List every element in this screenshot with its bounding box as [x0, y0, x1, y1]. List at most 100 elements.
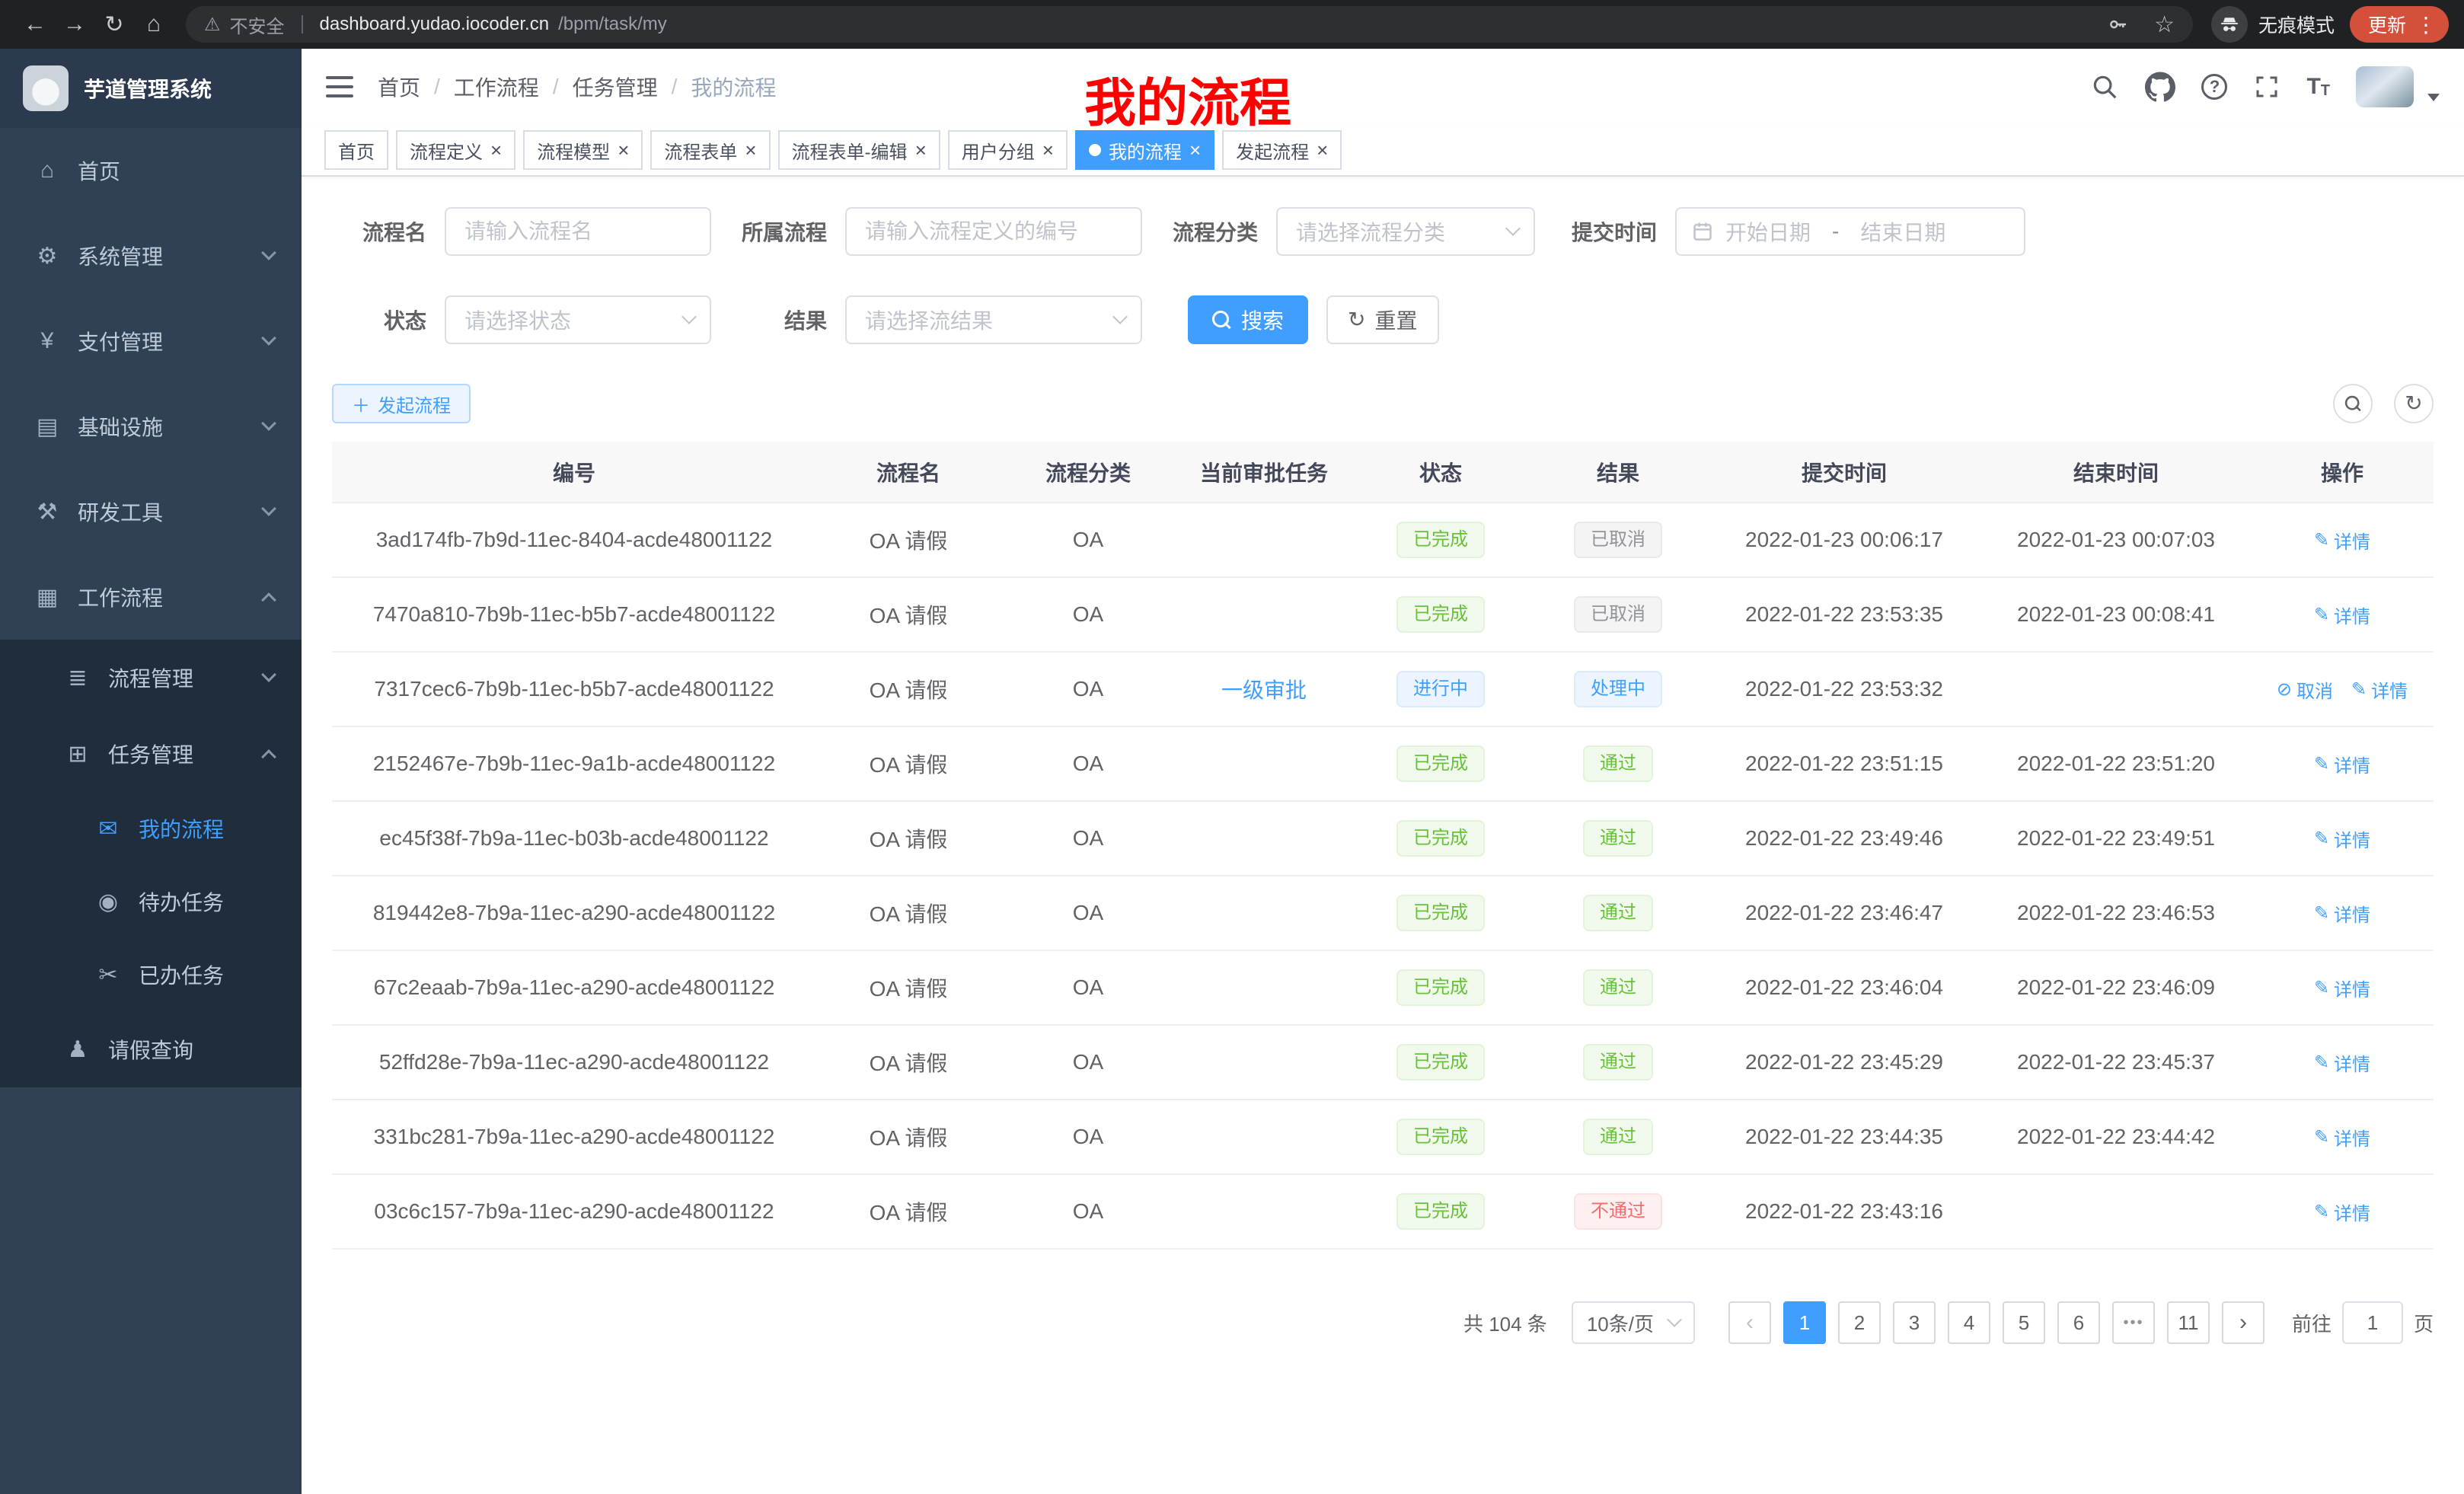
tab-close-icon[interactable]: × [745, 140, 756, 160]
bookmark-star-icon[interactable]: ☆ [2154, 11, 2175, 38]
fullscreen-icon[interactable] [2253, 73, 2280, 101]
table-body: 3ad174fb-7b9d-11ec-8404-acde48001122OA 请… [332, 503, 2434, 1249]
detail-action-link[interactable]: ✎详情 [2314, 527, 2370, 554]
content: 我的流程 首页/工作流程/任务管理/我的流程 ? [302, 49, 2464, 1494]
detail-icon: ✎ [2314, 1126, 2329, 1148]
result-tag: 通过 [1583, 745, 1653, 782]
detail-action-link[interactable]: ✎详情 [2314, 900, 2370, 927]
create-process-button[interactable]: ＋ 发起流程 [332, 384, 471, 423]
key-icon[interactable] [2107, 13, 2130, 36]
github-icon[interactable] [2145, 72, 2175, 102]
breadcrumb-item[interactable]: 任务管理 [573, 72, 658, 102]
sidebar-item-workflow[interactable]: ▦工作流程 [0, 554, 302, 640]
sidebar-item-tools[interactable]: ⚒研发工具 [0, 469, 302, 554]
back-icon[interactable]: ← [15, 11, 55, 37]
tab-close-icon[interactable]: × [490, 140, 502, 160]
tab-item-1[interactable]: 流程定义 × [396, 130, 515, 170]
sidebar-item-task[interactable]: ⊞任务管理 [0, 716, 302, 792]
logo[interactable]: 芋道管理系统 [0, 49, 302, 128]
browser-home-icon[interactable]: ⌂ [134, 11, 174, 37]
more-pages-button[interactable]: ••• [2112, 1301, 2155, 1344]
tab-close-icon[interactable]: × [915, 140, 927, 160]
tab-close-icon[interactable]: × [1042, 140, 1054, 160]
sidebar-item-label: 任务管理 [108, 739, 193, 769]
reset-button[interactable]: ↻ 重置 [1326, 295, 1438, 344]
detail-action-link[interactable]: ✎详情 [2314, 602, 2370, 628]
page-size-select[interactable]: 10条/页 [1572, 1301, 1695, 1344]
column-header: 操作 [2251, 442, 2434, 503]
tab-item-5[interactable]: 用户分组× [948, 130, 1068, 170]
tab-close-icon[interactable]: × [1317, 140, 1328, 160]
tab-close-icon[interactable]: × [618, 140, 629, 160]
detail-action-link[interactable]: ✎详情 [2314, 751, 2370, 777]
table-refresh-icon[interactable]: ↻ [2394, 384, 2434, 423]
category-select[interactable]: 请选择流程分类 [1276, 207, 1535, 256]
table-search-icon[interactable] [2333, 384, 2373, 423]
sidebar-item-todo[interactable]: ◉待办任务 [0, 865, 302, 938]
tab-label: 流程定义 [410, 137, 483, 164]
page-button-11[interactable]: 11 [2167, 1301, 2210, 1344]
cell-current-task [1176, 726, 1352, 801]
search-button[interactable]: 搜索 [1188, 295, 1308, 344]
result-tag: 处理中 [1574, 671, 1662, 707]
sidebar-item-leave[interactable]: ♟请假查询 [0, 1011, 302, 1087]
prev-page-button[interactable]: ‹ [1728, 1301, 1771, 1344]
sidebar-item-yen[interactable]: ¥支付管理 [0, 298, 302, 384]
font-size-icon[interactable]: TT [2306, 75, 2330, 98]
tab-item-3[interactable]: 流程表单× [650, 130, 770, 170]
next-page-button[interactable]: › [2222, 1301, 2265, 1344]
cancel-action-link[interactable]: ⊘取消 [2277, 676, 2333, 703]
hamburger-icon[interactable] [326, 75, 353, 99]
owner-process-input[interactable] [845, 207, 1142, 256]
sidebar-item-my-process[interactable]: ✉我的流程 [0, 792, 302, 865]
update-button[interactable]: 更新 ⋮ [2350, 6, 2449, 43]
status-tag: 已完成 [1396, 1119, 1485, 1155]
detail-action-link[interactable]: ✎详情 [2314, 975, 2370, 1001]
tab-item-7[interactable]: 发起流程× [1222, 130, 1342, 170]
action-label: 详情 [2334, 825, 2370, 852]
sidebar-item-done[interactable]: ✂已办任务 [0, 938, 302, 1011]
page-button-5[interactable]: 5 [2003, 1301, 2045, 1344]
detail-action-link[interactable]: ✎详情 [2314, 1199, 2370, 1225]
avatar-caret-icon[interactable] [2427, 94, 2440, 101]
cell-submit-time: 2022-01-23 00:06:17 [1707, 503, 1981, 577]
sidebar-item-process[interactable]: ≣流程管理 [0, 640, 302, 716]
sidebar-item-infrastructure[interactable]: ▤基础设施 [0, 384, 302, 469]
page-button-4[interactable]: 4 [1948, 1301, 1990, 1344]
page-button-6[interactable]: 6 [2057, 1301, 2100, 1344]
sidebar-item-home[interactable]: ⌂首页 [0, 128, 302, 213]
chevron-down-icon [261, 416, 276, 431]
status-tag: 已完成 [1396, 969, 1485, 1006]
reload-icon[interactable]: ↻ [94, 11, 134, 38]
address-bar[interactable]: ⚠ 不安全 dashboard.yudao.iocoder.cn/bpm/tas… [186, 6, 2193, 43]
tab-item-0[interactable]: 首页 [324, 130, 388, 170]
process-name-input[interactable] [445, 207, 711, 256]
tab-item-4[interactable]: 流程表单-编辑× [778, 130, 940, 170]
sidebar-item-gear[interactable]: ⚙系统管理 [0, 213, 302, 298]
detail-action-link[interactable]: ✎详情 [2351, 676, 2408, 703]
detail-action-link[interactable]: ✎详情 [2314, 1124, 2370, 1151]
page-button-2[interactable]: 2 [1838, 1301, 1881, 1344]
help-icon[interactable]: ? [2201, 74, 2227, 100]
browser-menu-dots-icon[interactable]: ⋮ [2415, 12, 2437, 37]
search-icon[interactable] [2090, 72, 2119, 101]
forward-icon[interactable]: → [55, 11, 94, 37]
page-button-3[interactable]: 3 [1893, 1301, 1936, 1344]
tab-item-6[interactable]: 我的流程× [1075, 130, 1214, 170]
cell-process-name: OA 请假 [816, 1025, 1001, 1100]
user-avatar[interactable] [2356, 66, 2414, 107]
page-button-1[interactable]: 1 [1783, 1301, 1826, 1344]
status-select[interactable]: 请选择状态 [445, 295, 711, 344]
status-tag: 已完成 [1396, 522, 1485, 558]
tab-close-icon[interactable]: × [1189, 140, 1201, 160]
breadcrumb-item[interactable]: 工作流程 [454, 72, 539, 102]
sidebar-item-label: 首页 [78, 155, 120, 186]
current-task-link[interactable]: 一级审批 [1221, 678, 1307, 702]
detail-action-link[interactable]: ✎详情 [2314, 825, 2370, 852]
date-range-picker[interactable]: 开始日期 - 结束日期 [1675, 207, 2025, 256]
detail-action-link[interactable]: ✎详情 [2314, 1049, 2370, 1076]
result-select[interactable]: 请选择流结果 [845, 295, 1142, 344]
jump-page-input[interactable] [2342, 1301, 2403, 1344]
tab-item-2[interactable]: 流程模型× [523, 130, 643, 170]
breadcrumb-item[interactable]: 首页 [378, 72, 420, 102]
